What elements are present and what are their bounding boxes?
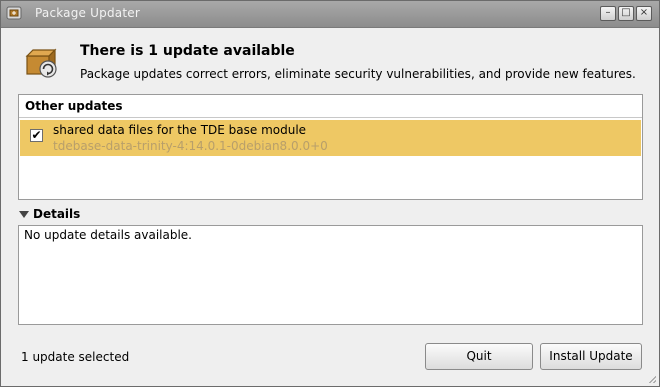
minimize-button[interactable]: – — [600, 6, 616, 21]
package-updater-icon[interactable] — [6, 5, 22, 21]
expand-triangle-icon — [19, 211, 29, 218]
update-package-version: tdebase-data-trinity-4:14.0.1-0debian8.0… — [53, 139, 328, 153]
details-label: Details — [33, 207, 81, 221]
details-text: No update details available. — [24, 228, 192, 242]
update-list-item[interactable]: ✔ shared data files for the TDE base mod… — [20, 120, 641, 156]
page-description: Package updates correct errors, eliminat… — [80, 67, 636, 81]
resize-grip[interactable] — [648, 375, 656, 383]
window-title: Package Updater — [35, 6, 140, 20]
install-update-button[interactable]: Install Update — [540, 343, 642, 370]
selection-status: 1 update selected — [21, 350, 130, 364]
package-updater-window: Package Updater – □ × There is 1 update … — [0, 0, 660, 387]
close-button[interactable]: × — [636, 6, 652, 21]
quit-button[interactable]: Quit — [425, 343, 533, 370]
package-box-icon — [25, 48, 57, 78]
update-summary: shared data files for the TDE base modul… — [53, 123, 307, 137]
update-group-label: Other updates — [25, 99, 123, 113]
details-panel[interactable]: No update details available. — [18, 225, 643, 325]
title-bar[interactable]: Package Updater – □ × — [1, 1, 659, 28]
maximize-button[interactable]: □ — [618, 6, 634, 21]
update-group-header: Other updates — [19, 95, 642, 118]
update-checkbox[interactable]: ✔ — [30, 129, 43, 142]
updates-list[interactable]: Other updates ✔ shared data files for th… — [18, 94, 643, 200]
details-expander[interactable]: Details — [19, 207, 80, 221]
page-title: There is 1 update available — [80, 43, 295, 59]
